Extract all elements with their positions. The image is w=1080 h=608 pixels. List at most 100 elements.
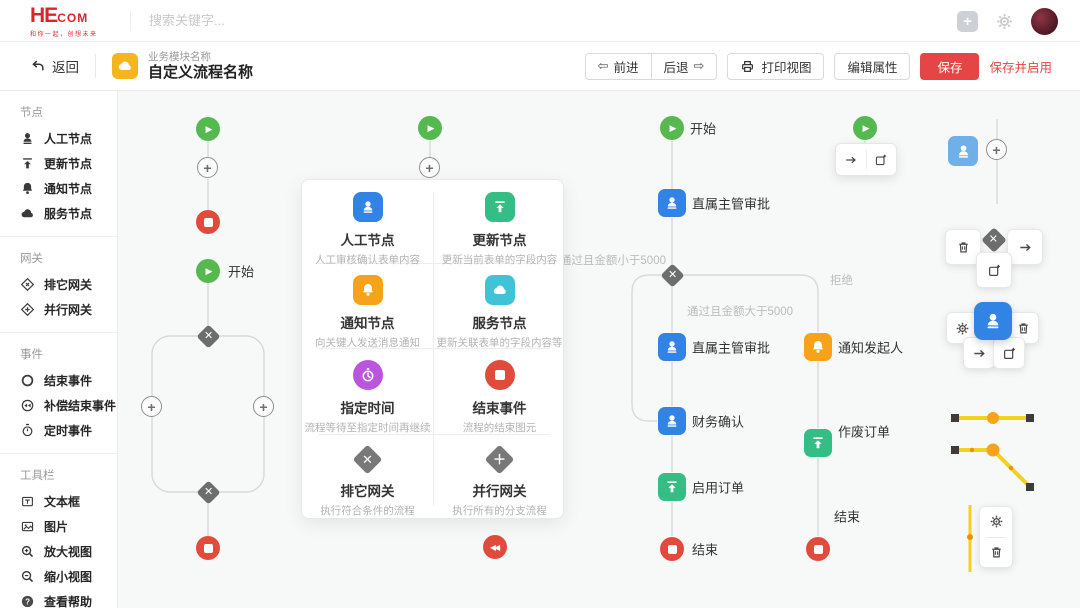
item-label: 更新节点 [44,155,92,172]
connector-delete-button[interactable] [989,538,1004,568]
save-button[interactable]: 保存 [920,53,979,80]
palette-item-service-node[interactable]: 服务节点 更新关联表单的字段内容等 [434,275,565,353]
x-icon: ✕ [668,270,677,281]
update-node-enable-order[interactable] [658,473,686,501]
flow-canvas[interactable] [118,91,1080,608]
sidebar-item-zoom-in[interactable]: 放大视图 [0,539,117,564]
manual-node-approve2[interactable] [658,333,686,361]
compensation-end-node[interactable]: ◀◀ [483,535,507,559]
sidebar-item-manual-node[interactable]: 人工节点 [0,126,117,151]
sidebar-item-image[interactable]: 图片 [0,514,117,539]
print-view-button[interactable]: 打印视图 [727,53,824,80]
sidebar-item-service-node[interactable]: 服务节点 [0,201,117,226]
start-event-node[interactable]: ▶ [853,116,877,140]
update-node-void-order[interactable] [804,429,832,457]
add-branch-button[interactable]: + [253,396,274,417]
add-button[interactable]: + [957,11,978,32]
connect-arrow-button[interactable] [836,144,866,175]
item-label: 定时事件 [44,422,92,439]
connect-arrow-button[interactable] [963,337,995,369]
item-label: 排它网关 [44,276,92,293]
play-icon: ▶ [206,124,213,135]
timer-icon [20,423,35,438]
copy-node-button[interactable] [867,144,897,175]
palette-item-update-node[interactable]: 更新节点 更新当前表单的字段内容 [434,192,565,270]
sidebar-item-timer-event[interactable]: 定时事件 [0,418,117,443]
palette-item-end-event[interactable]: 结束事件 流程的结束图元 [434,360,565,438]
add-step-button[interactable]: + [986,139,1007,160]
sidebar-item-help[interactable]: 查看帮助 [0,589,117,608]
edit-properties-button[interactable]: 编辑属性 [834,53,910,80]
start-label: 开始 [228,262,254,281]
manual-node-approve1[interactable] [658,189,686,217]
add-step-button[interactable]: + [419,157,440,178]
manual-node-finance[interactable] [658,407,686,435]
start-event-node[interactable]: ▶ [196,117,220,141]
palette-item-notify-node[interactable]: 通知节点 向关键人发送消息通知 [302,275,433,353]
copy-node-button[interactable] [993,337,1025,369]
stop-icon [204,544,213,553]
sidebar-section-nodes: 节点 人工节点 更新节点 通知节点 服务节点 [0,91,117,236]
play-icon: ▶ [670,123,677,134]
stop-icon [485,360,515,390]
sidebar-item-notify-node[interactable]: 通知节点 [0,176,117,201]
stop-icon [204,218,213,227]
x-icon: ✕ [204,331,213,342]
user-avatar[interactable] [1031,8,1058,35]
brand-logo[interactable]: HECOM 和你一起，创想未来 [30,4,130,38]
settings-gear-icon[interactable] [995,12,1014,31]
section-title: 节点 [20,104,117,120]
palette-desc: 人工审核确认表单内容 [315,252,420,267]
add-step-button[interactable]: + [197,157,218,178]
palette-desc: 执行符合条件的流程 [320,503,415,518]
rewind-circle-icon [20,398,35,413]
manual-node-selected[interactable] [974,302,1012,340]
x-icon: ✕ [989,235,998,246]
toolbar-divider [95,54,96,78]
section-title: 网关 [20,250,117,266]
sidebar-item-textbox[interactable]: 文本框 [0,489,117,514]
connector-settings-button[interactable] [989,507,1004,537]
forward-button[interactable]: ⇦ 前进 [586,54,651,79]
cloud-icon [485,275,515,305]
header-divider [130,11,131,31]
sidebar-item-zoom-out[interactable]: 缩小视图 [0,564,117,589]
palette-item-parallel-gateway[interactable]: ＋ 并行网关 执行所有的分支流程 [434,445,565,523]
palette-desc: 向关键人发送消息通知 [315,335,420,350]
copy-node-button[interactable] [976,252,1012,288]
manual-node-ghost[interactable] [948,136,978,166]
start-event-node[interactable]: ▶ [418,116,442,140]
sidebar-item-end-event[interactable]: 结束事件 [0,368,117,393]
palette-item-manual-node[interactable]: 人工节点 人工审核确认表单内容 [302,192,433,270]
end-event-node[interactable] [806,537,830,561]
add-branch-button[interactable]: + [141,396,162,417]
save-and-enable-button[interactable]: 保存并启用 [989,57,1052,76]
logo-text-he: HE [30,4,57,27]
diamond-x-icon: ✕ [353,445,383,475]
notify-node[interactable] [804,333,832,361]
item-label: 放大视图 [44,543,92,560]
back-button[interactable]: 返回 [30,56,79,76]
end-event-node[interactable] [196,210,220,234]
palette-item-timer[interactable]: 指定时间 流程等待至指定时间再继续 [302,360,433,438]
print-label: 打印视图 [761,57,811,76]
zoom-in-icon [20,544,35,559]
end-event-node[interactable] [660,537,684,561]
history-button-group: ⇦ 前进 后退 ⇨ [585,53,718,80]
sidebar-item-compensation-end-event[interactable]: 补偿结束事件 [0,393,117,418]
backward-button[interactable]: 后退 ⇨ [652,54,717,79]
start-event-node[interactable]: ▶ [660,116,684,140]
node-label: 直属主管审批 [692,194,770,213]
search-input[interactable] [149,13,449,28]
sidebar-item-update-node[interactable]: 更新节点 [0,151,117,176]
palette-item-exclusive-gateway[interactable]: ✕ 排它网关 执行符合条件的流程 [302,445,433,523]
node-label: 作废订单 [838,422,890,441]
sidebar-item-exclusive-gateway[interactable]: 排它网关 [0,272,117,297]
sidebar-item-parallel-gateway[interactable]: 并行网关 [0,297,117,322]
bell-icon [353,275,383,305]
element-sidebar: 节点 人工节点 更新节点 通知节点 服务节点 网关 排它网关 [0,91,118,608]
connect-arrow-button[interactable] [1007,229,1043,265]
node-action-popup [835,143,897,176]
end-event-node[interactable] [196,536,220,560]
start-event-node[interactable]: ▶ [196,259,220,283]
